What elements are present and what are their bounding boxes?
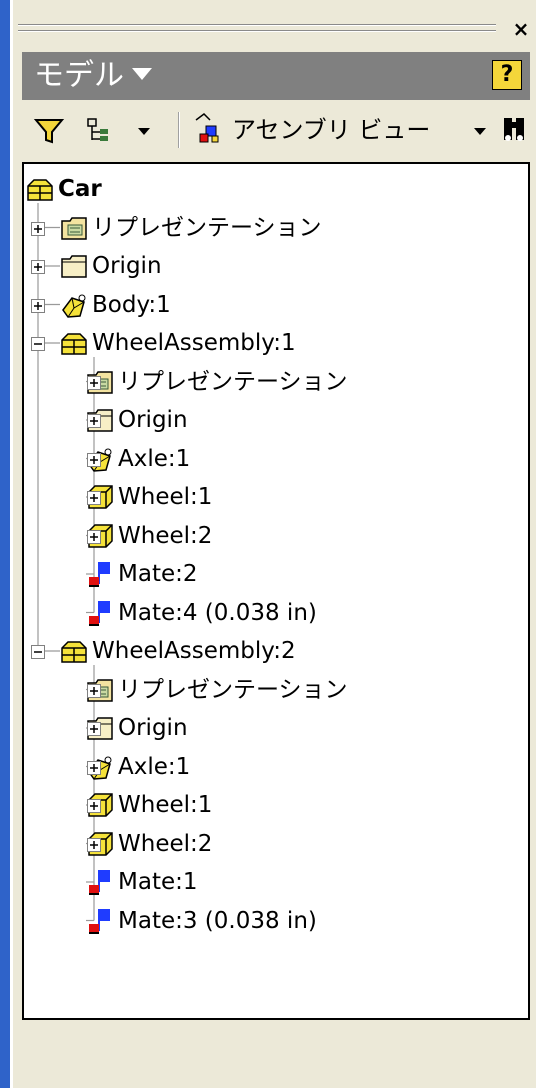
mate-icon xyxy=(86,867,114,897)
tree-node[interactable]: リプレゼンテーション xyxy=(24,671,524,709)
tree-node[interactable]: Wheel:2 xyxy=(24,517,524,555)
expand-toggle-plus-icon[interactable] xyxy=(87,490,101,505)
grip-line xyxy=(18,24,496,26)
expand-toggle-plus-icon[interactable] xyxy=(87,375,101,390)
window-left-edge-highlight xyxy=(10,0,13,1088)
expand-toggle-plus-icon[interactable] xyxy=(87,721,101,736)
tree-node[interactable]: Body:1 xyxy=(24,286,524,324)
expand-toggle-plus-icon[interactable] xyxy=(31,298,45,313)
grip-line xyxy=(18,30,496,32)
panel-grip[interactable] xyxy=(18,18,508,40)
tree-node[interactable]: Mate:2 xyxy=(24,555,524,593)
window-left-edge xyxy=(0,0,10,1088)
tree-node[interactable]: Wheel:2 xyxy=(24,825,524,863)
tree-node-label: Wheel:1 xyxy=(118,484,213,510)
tree-node-label: Body:1 xyxy=(92,291,171,318)
tree-node[interactable]: Wheel:1 xyxy=(24,478,524,516)
tree-node[interactable]: Origin xyxy=(24,401,524,439)
display-options-button[interactable] xyxy=(84,104,156,156)
expand-toggle-plus-icon[interactable] xyxy=(87,798,101,813)
tree-node[interactable]: リプレゼンテーション xyxy=(24,209,524,247)
close-button[interactable]: × xyxy=(510,16,532,42)
tree-node-label: WheelAssembly:2 xyxy=(92,638,296,664)
mate-icon xyxy=(86,559,114,589)
tree-node[interactable]: Mate:1 xyxy=(24,863,524,901)
expand-toggle-plus-icon[interactable] xyxy=(87,413,101,428)
tree-node[interactable]: Wheel:1 xyxy=(24,786,524,824)
expand-toggle-plus-icon[interactable] xyxy=(87,452,101,467)
chevron-down-icon xyxy=(132,67,152,80)
find-button[interactable] xyxy=(498,104,534,156)
tree-node[interactable]: Mate:4 (0.038 in) xyxy=(24,594,524,632)
tree-node-label: Mate:3 (0.038 in) xyxy=(118,907,317,934)
expand-toggle-plus-icon[interactable] xyxy=(31,259,45,274)
toolbar-separator xyxy=(178,112,180,148)
expand-toggle-plus-icon[interactable] xyxy=(87,760,101,775)
tree-node-label: Car xyxy=(58,176,102,202)
tree-node[interactable]: Origin xyxy=(24,709,524,747)
tree-view-icon xyxy=(87,118,108,141)
filter-button[interactable] xyxy=(32,104,66,156)
binoculars-icon xyxy=(504,118,524,141)
tree-node-label: Wheel:2 xyxy=(118,522,213,549)
panel-title-dropdown[interactable]: モデル xyxy=(34,56,152,96)
assembly-icon xyxy=(60,328,88,358)
tree-node-label: リプレゼンテーション xyxy=(118,676,348,703)
tree-node-label: Wheel:1 xyxy=(118,792,213,818)
tree-node[interactable]: Axle:1 xyxy=(24,748,524,786)
assembly-icon xyxy=(26,174,54,204)
tree-node-label: Mate:4 (0.038 in) xyxy=(118,599,317,626)
folder-icon xyxy=(60,251,88,281)
tree-node-label: Origin xyxy=(118,715,188,741)
tree-node[interactable]: WheelAssembly:2 xyxy=(24,632,524,670)
assembly-view-label[interactable]: アセンブリ ビュー xyxy=(232,114,430,146)
tree-node-label: Axle:1 xyxy=(118,753,191,780)
tree-node[interactable]: Mate:3 (0.038 in) xyxy=(24,902,524,940)
tree-node[interactable]: Car xyxy=(24,170,524,208)
chevron-down-icon xyxy=(138,128,150,135)
tree-node-label: リプレゼンテーション xyxy=(118,368,348,395)
tree-node[interactable]: Axle:1 xyxy=(24,440,524,478)
mate-icon xyxy=(86,598,114,628)
tree-node[interactable]: Origin xyxy=(24,247,524,285)
filter-icon xyxy=(33,119,65,144)
tree-node-label: Mate:2 xyxy=(118,561,198,587)
tree-node-label: Origin xyxy=(118,407,188,433)
tree-node-label: リプレゼンテーション xyxy=(92,214,322,241)
expand-toggle-plus-icon[interactable] xyxy=(87,529,101,544)
assembly-view-button[interactable] xyxy=(194,104,234,156)
representation-icon xyxy=(60,213,88,243)
model-browser-tree[interactable]: Car リプレゼンテーション Origin Body:1 WheelAssembly:1… xyxy=(22,162,530,1020)
collapse-toggle-minus-icon[interactable] xyxy=(31,644,45,659)
collapse-toggle-minus-icon[interactable] xyxy=(31,336,45,351)
tree-node-label: Mate:1 xyxy=(118,869,198,895)
tree-node-label: Axle:1 xyxy=(118,445,191,472)
view-dropdown-chevron-down-icon[interactable] xyxy=(474,128,486,135)
panel-title-bar[interactable]: モデル ? xyxy=(22,52,530,100)
browser-toolbar: アセンブリ ビュー xyxy=(22,104,536,156)
help-button[interactable]: ? xyxy=(492,60,522,90)
mate-icon xyxy=(86,906,114,936)
tree-node-label: Origin xyxy=(92,253,162,279)
tree-node-label: WheelAssembly:1 xyxy=(92,330,296,356)
part-icon xyxy=(60,290,88,320)
tree-node-label: Wheel:2 xyxy=(118,830,213,857)
assembly-icon xyxy=(60,636,88,666)
assembly-view-icon xyxy=(195,113,219,143)
tree-node[interactable]: WheelAssembly:1 xyxy=(24,324,524,362)
panel-title: モデル xyxy=(34,58,124,93)
expand-toggle-plus-icon[interactable] xyxy=(87,683,101,698)
expand-toggle-plus-icon[interactable] xyxy=(31,221,45,236)
expand-toggle-plus-icon[interactable] xyxy=(87,837,101,852)
tree-node[interactable]: リプレゼンテーション xyxy=(24,363,524,401)
